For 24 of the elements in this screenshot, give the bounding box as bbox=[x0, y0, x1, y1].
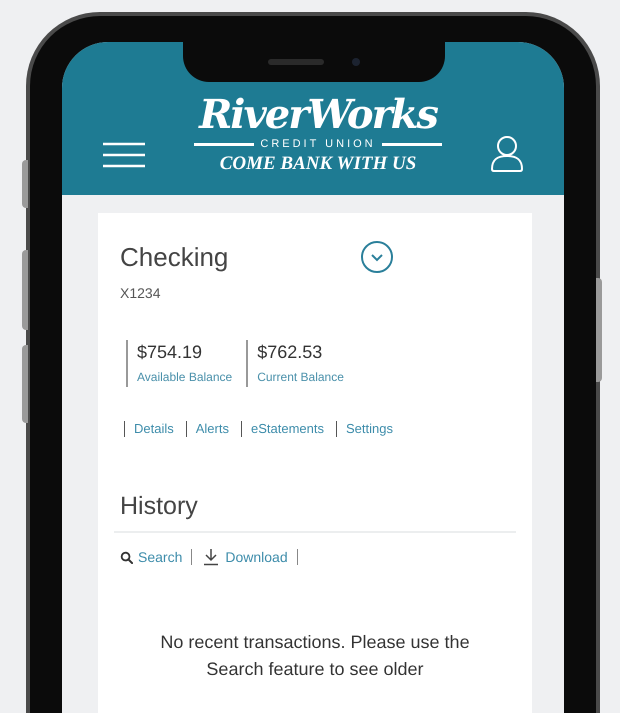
account-link[interactable]: Settings bbox=[346, 421, 393, 437]
logo-wordmark: RiverWorks bbox=[199, 93, 437, 137]
search-icon bbox=[120, 550, 133, 564]
download-icon bbox=[202, 548, 220, 566]
balance-amount: $762.53 bbox=[257, 341, 324, 364]
download-link[interactable]: Download bbox=[202, 548, 288, 566]
speaker-grille bbox=[268, 59, 324, 65]
account-link[interactable]: Alerts bbox=[196, 421, 229, 437]
user-icon[interactable] bbox=[490, 135, 524, 173]
balance-label: Available Balance bbox=[137, 369, 232, 386]
logo-tagline: COME BANK WITH US bbox=[220, 152, 416, 176]
expand-toggle[interactable] bbox=[361, 241, 393, 273]
balance-label: Current Balance bbox=[257, 369, 344, 386]
account-link[interactable]: eStatements bbox=[250, 421, 324, 437]
menu-icon[interactable] bbox=[102, 141, 146, 169]
balance-amount: $754.19 bbox=[137, 341, 204, 364]
account-link[interactable]: Details bbox=[134, 421, 174, 437]
history-title: History bbox=[120, 491, 199, 522]
account-title: Checking bbox=[120, 241, 230, 274]
account-number: X1234 bbox=[120, 284, 162, 303]
logo-subtitle: CREDIT UNION bbox=[260, 137, 376, 151]
empty-history-message: No recent transactions. Please use the Search feature to see older bbox=[159, 631, 471, 681]
chevron-icon bbox=[370, 252, 384, 262]
search-link[interactable]: Search bbox=[120, 549, 182, 565]
